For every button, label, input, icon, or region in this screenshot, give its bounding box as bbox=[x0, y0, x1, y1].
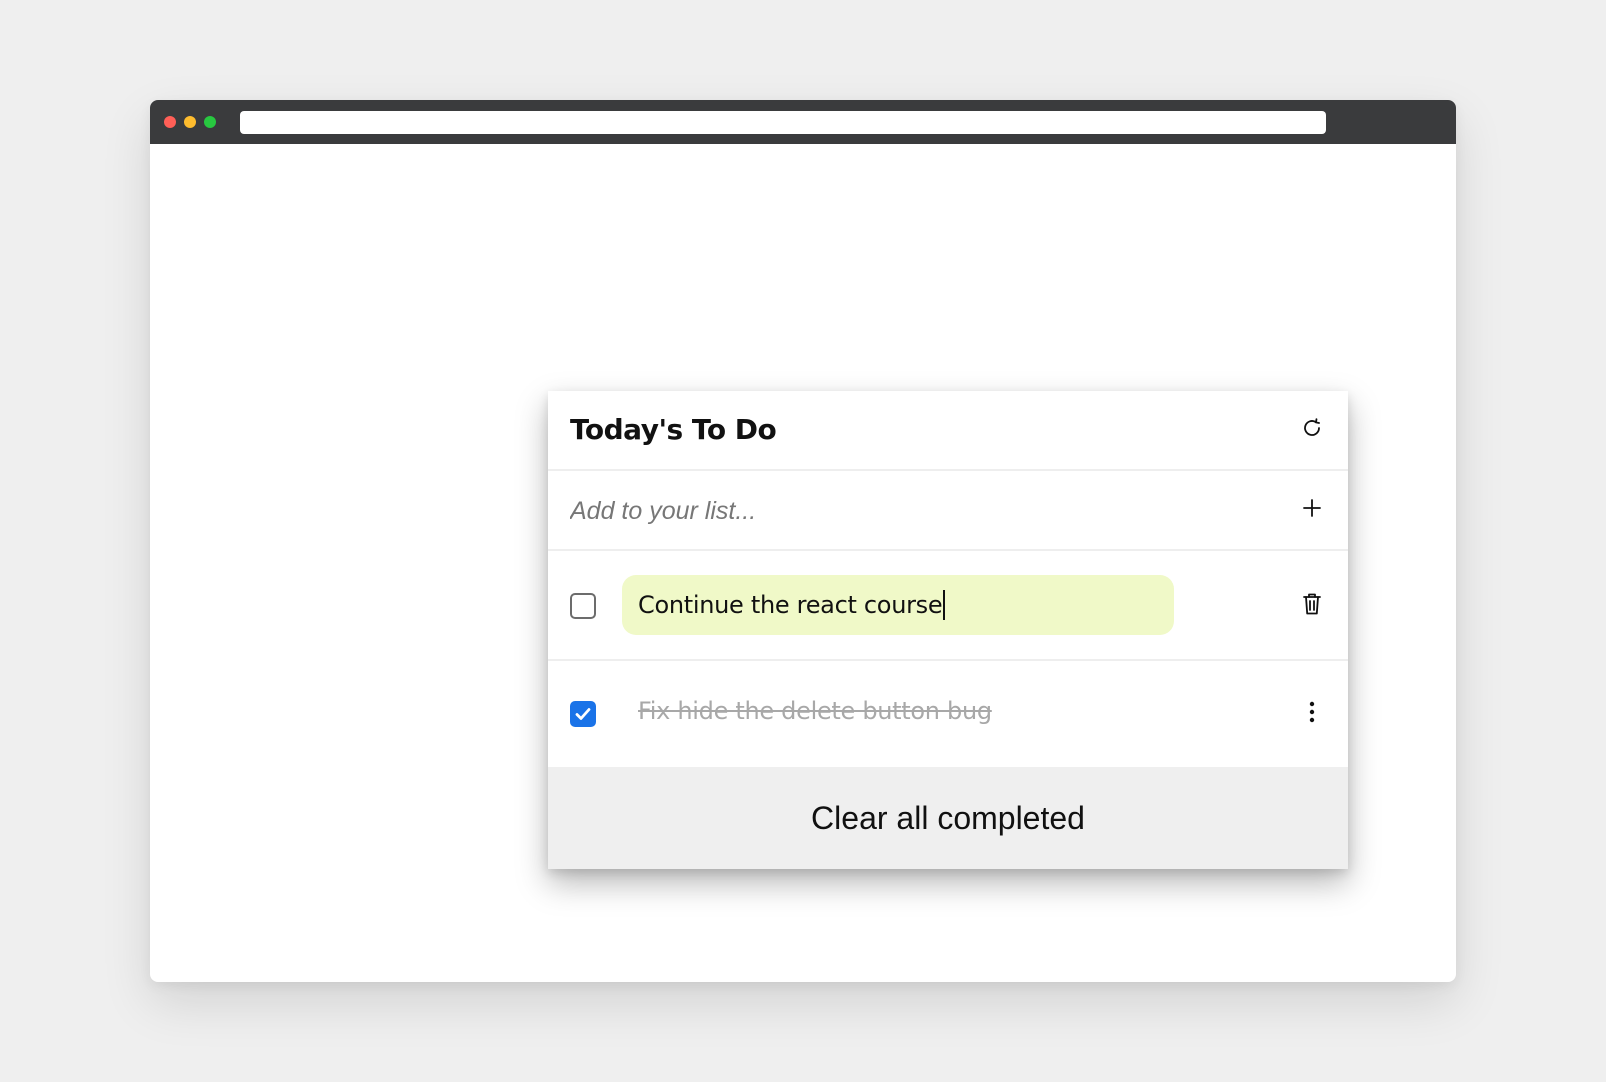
trash-icon bbox=[1300, 591, 1324, 620]
minimize-window-button[interactable] bbox=[184, 116, 196, 128]
clear-completed-button[interactable]: Clear all completed bbox=[548, 767, 1348, 869]
more-vertical-icon bbox=[1308, 700, 1316, 727]
refresh-button[interactable] bbox=[1294, 411, 1330, 447]
add-item-button[interactable] bbox=[1294, 491, 1330, 527]
more-options-button[interactable] bbox=[1294, 695, 1330, 731]
todo-item-text-completed: Fix hide the delete button bug bbox=[638, 697, 992, 725]
todo-header: Today's To Do bbox=[548, 391, 1348, 471]
checkmark-icon bbox=[575, 708, 591, 720]
todo-checkbox[interactable] bbox=[570, 593, 596, 619]
browser-title-bar bbox=[150, 100, 1456, 144]
delete-item-button[interactable] bbox=[1294, 587, 1330, 623]
add-item-input[interactable] bbox=[570, 491, 1250, 531]
todo-edit-field[interactable]: Continue the react course bbox=[622, 575, 1174, 635]
address-bar[interactable] bbox=[240, 111, 1326, 134]
add-item-row bbox=[548, 471, 1348, 551]
todo-card: Today's To Do Add to your list... Contin… bbox=[548, 391, 1348, 869]
todo-item: Continue the react course bbox=[548, 551, 1348, 661]
todo-item-text: Continue the react course bbox=[638, 591, 943, 619]
todo-checkbox-checked[interactable] bbox=[570, 701, 596, 727]
browser-window: Today's To Do Add to your list... Contin… bbox=[150, 100, 1456, 982]
page-title: Today's To Do bbox=[570, 413, 777, 446]
text-caret bbox=[943, 590, 946, 620]
refresh-icon bbox=[1300, 416, 1324, 443]
plus-icon bbox=[1301, 497, 1323, 522]
close-window-button[interactable] bbox=[164, 116, 176, 128]
maximize-window-button[interactable] bbox=[204, 116, 216, 128]
todo-item: Fix hide the delete button bug bbox=[548, 661, 1348, 767]
